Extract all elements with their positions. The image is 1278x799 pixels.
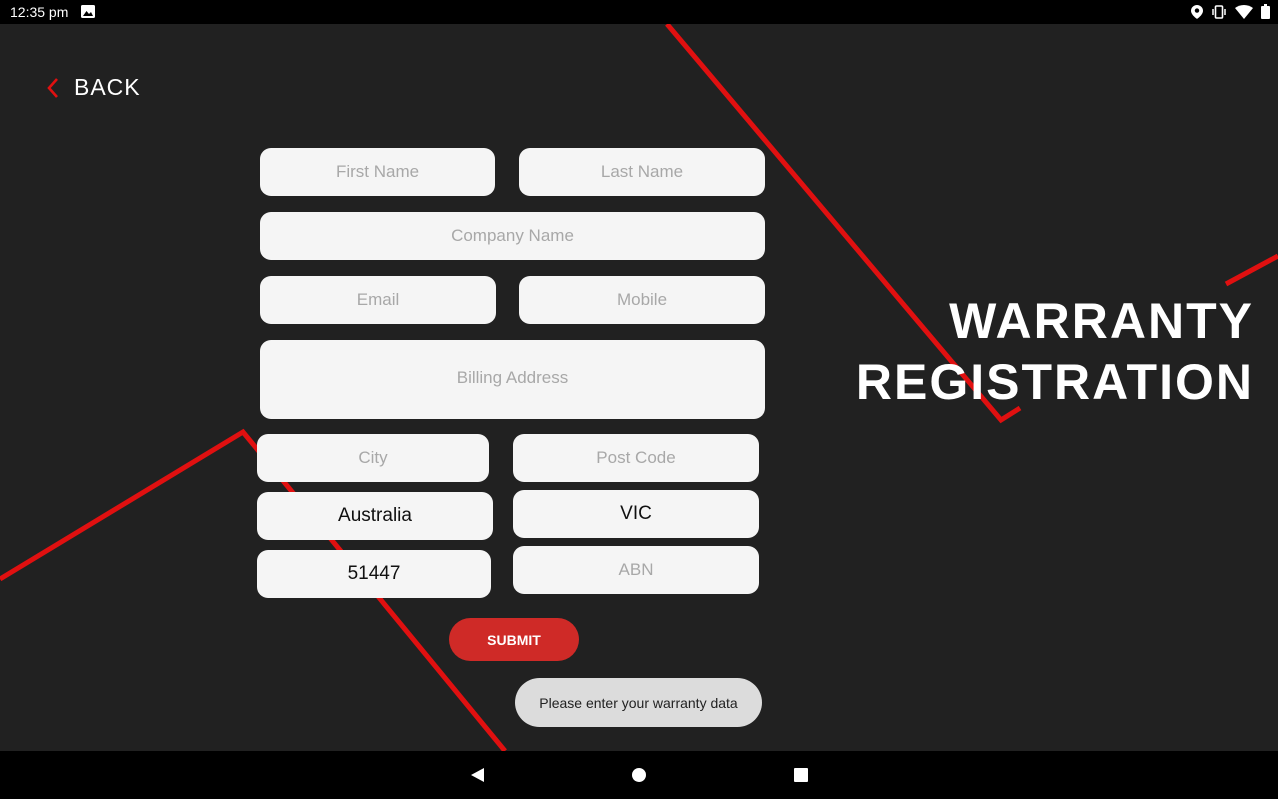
app-screen: BACK WARRANTY REGISTRATION SUBMIT Please… [0,24,1278,751]
nav-home-button[interactable] [629,765,649,785]
chevron-left-icon [47,77,58,98]
state-input[interactable] [513,490,759,538]
title-line-2: REGISTRATION [855,354,1254,410]
title-line-1: WARRANTY [949,293,1254,349]
status-bar: 12:35 pm [0,0,1278,24]
country-input[interactable] [257,492,493,540]
toast-message: Please enter your warranty data [515,678,762,727]
first-name-input[interactable] [260,148,495,196]
status-time: 12:35 pm [10,4,69,20]
status-icons [1191,4,1270,19]
nav-back-button[interactable] [467,765,487,785]
post-code-input[interactable] [513,434,759,482]
vibrate-icon [1212,4,1226,19]
number-input[interactable] [257,550,491,598]
submit-button[interactable]: SUBMIT [449,618,579,661]
back-button[interactable]: BACK [46,74,141,101]
mobile-input[interactable] [519,276,765,324]
email-input[interactable] [260,276,496,324]
navigation-bar [0,751,1278,799]
city-input[interactable] [257,434,489,482]
nav-recents-button[interactable] [791,765,811,785]
battery-icon [1261,4,1270,19]
company-name-input[interactable] [260,212,765,260]
abn-input[interactable] [513,546,759,594]
back-triangle-icon [471,768,484,782]
location-icon [1191,4,1203,19]
billing-address-input[interactable] [260,340,765,419]
image-icon [81,5,95,18]
recents-square-icon [794,768,808,782]
back-label: BACK [74,74,141,100]
last-name-input[interactable] [519,148,765,196]
toast-text: Please enter your warranty data [539,694,738,711]
wifi-icon [1235,4,1253,19]
page-title: WARRANTY REGISTRATION [856,291,1254,413]
home-circle-icon [632,768,646,782]
